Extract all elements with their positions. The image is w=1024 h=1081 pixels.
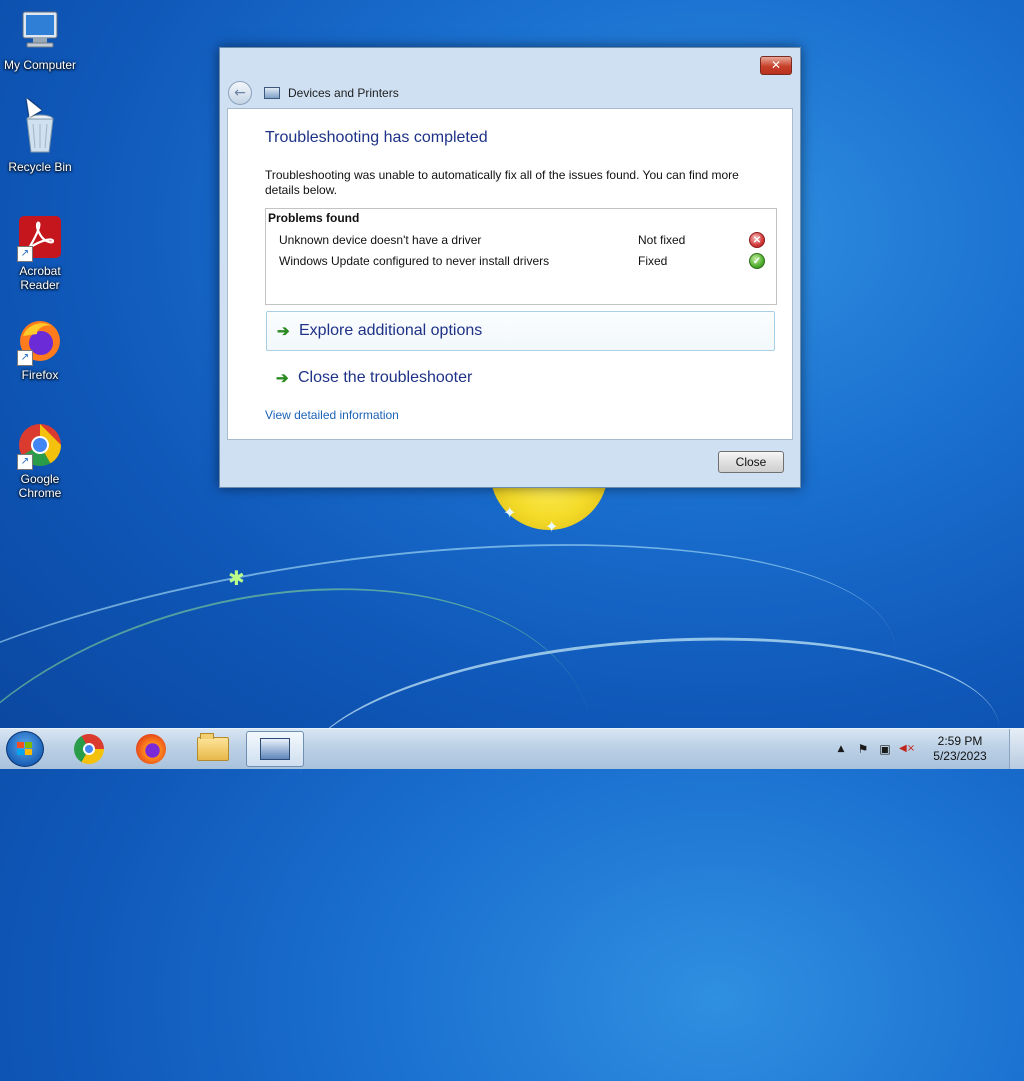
clock-date: 5/23/2023 (933, 749, 987, 763)
problem-row[interactable]: Windows Update configured to never insta… (279, 253, 769, 272)
taskbar: ▲ ⚑ ▣ ◀× 2:59 PM 5/23/2023 (0, 728, 1024, 769)
window-location-title: Devices and Printers (288, 86, 399, 100)
problems-found-panel: Problems found Unknown device doesn't ha… (265, 208, 777, 305)
network-icon[interactable]: ▣ (877, 741, 893, 757)
description-text: Troubleshooting was unable to automatica… (265, 168, 739, 197)
troubleshooter-window: ✕ ← Devices and Printers Troubleshooting… (219, 47, 801, 488)
wallpaper-sparkle: ✦ (503, 503, 517, 522)
wallpaper-sparkle: ✦ (545, 517, 559, 536)
volume-muted-icon[interactable]: ◀× (899, 741, 915, 757)
system-clock[interactable]: 2:59 PM 5/23/2023 (925, 734, 995, 764)
view-detailed-information-link[interactable]: View detailed information (265, 408, 399, 422)
desktop-icon-label: Firefox (21, 368, 59, 382)
desktop-icon-label: My Computer (3, 58, 77, 72)
clock-time: 2:59 PM (937, 734, 983, 748)
show-desktop-button[interactable] (1009, 729, 1024, 769)
desktop-icon-recycle-bin[interactable]: Recycle Bin (0, 110, 80, 174)
problem-row[interactable]: Unknown device doesn't have a driver Not… (279, 232, 769, 251)
devices-and-printers-icon (260, 738, 290, 760)
close-button[interactable]: Close (718, 451, 784, 473)
desktop-icon-label: Google Chrome (18, 472, 62, 500)
acrobat-icon: ↗ (17, 214, 63, 262)
action-center-flag-icon[interactable]: ⚑ (855, 741, 871, 757)
explorer-icon (197, 733, 229, 761)
desktop: { "desktop_icons": [ {"label": "My Compu… (0, 0, 1024, 1081)
desktop-icon-label: Acrobat Reader (19, 264, 61, 292)
wallpaper-sparkle: ✱ (228, 566, 245, 590)
problems-header: Problems found (268, 211, 360, 225)
page-title: Troubleshooting has completed (265, 129, 488, 146)
navigation-bar: ← Devices and Printers (228, 79, 399, 107)
firefox-icon (136, 734, 166, 764)
problem-status: Fixed (638, 254, 668, 268)
shortcut-arrow-icon: ↗ (17, 454, 33, 470)
taskbar-firefox-button[interactable] (124, 731, 178, 767)
back-button[interactable]: ← (228, 81, 252, 105)
shortcut-arrow-icon: ↗ (17, 350, 33, 366)
chrome-icon (74, 734, 104, 764)
shortcut-arrow-icon: ↗ (17, 246, 33, 262)
option-label: Explore additional options (299, 322, 483, 339)
desktop-icon-firefox[interactable]: ↗ Firefox (0, 318, 80, 382)
windows-logo-icon (17, 742, 33, 756)
start-button[interactable] (6, 731, 44, 767)
devices-and-printers-icon (264, 87, 280, 99)
green-arrow-icon: ➔ (276, 370, 289, 387)
recycle-bin-icon (17, 110, 63, 156)
chrome-icon: ↗ (17, 422, 63, 470)
taskbar-chrome-button[interactable] (62, 731, 116, 767)
close-troubleshooter-link[interactable]: ➔ Close the troubleshooter (266, 358, 775, 398)
option-label: Close the troubleshooter (298, 369, 473, 386)
desktop-icon-google-chrome[interactable]: ↗ Google Chrome (0, 422, 80, 500)
desktop-icon-label: Recycle Bin (8, 160, 72, 174)
computer-icon (17, 8, 63, 54)
dialog-content: Troubleshooting has completed Troublesho… (227, 108, 793, 440)
desktop-icon-my-computer[interactable]: My Computer (0, 8, 80, 72)
problem-name: Windows Update configured to never insta… (279, 254, 550, 268)
show-hidden-icons-button[interactable]: ▲ (833, 741, 849, 757)
problem-name: Unknown device doesn't have a driver (279, 233, 482, 247)
check-icon: ✓ (749, 253, 765, 269)
explore-additional-options-link[interactable]: ➔ Explore additional options (266, 311, 775, 351)
green-arrow-icon: ➔ (277, 323, 290, 340)
problem-status: Not fixed (638, 233, 686, 247)
window-close-button[interactable]: ✕ (760, 56, 792, 75)
error-icon: ✕ (749, 232, 765, 248)
taskbar-explorer-button[interactable] (186, 731, 240, 767)
system-tray: ▲ ⚑ ▣ ◀× 2:59 PM 5/23/2023 (833, 729, 1024, 769)
desktop-icon-acrobat-reader[interactable]: ↗ Acrobat Reader (0, 214, 80, 292)
firefox-icon: ↗ (17, 318, 63, 366)
taskbar-devices-and-printers-button[interactable] (246, 731, 304, 767)
